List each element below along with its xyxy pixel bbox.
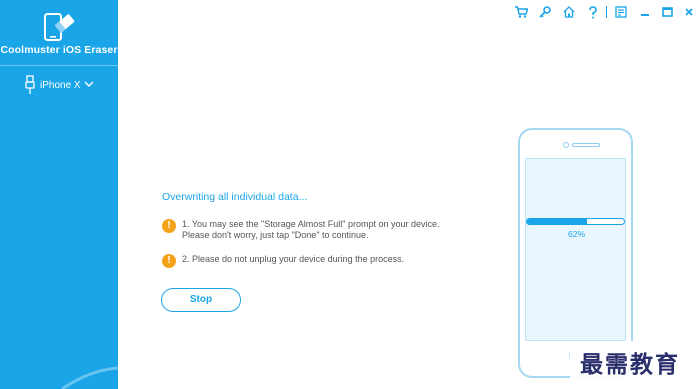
note2-text: 2. Please do not unplug your device duri… xyxy=(182,254,405,264)
note1-line1: 1. You may see the "Storage Almost Full"… xyxy=(182,219,440,229)
progress-bar-fill xyxy=(527,219,588,224)
feedback-icon[interactable] xyxy=(614,5,628,19)
app-title: Coolmuster iOS Eraser xyxy=(0,44,118,56)
toolbar-separator xyxy=(606,6,607,18)
maximize-icon[interactable] xyxy=(660,5,674,19)
chevron-down-icon xyxy=(84,81,94,87)
status-title: Overwriting all individual data... xyxy=(162,191,308,203)
sidebar: Coolmuster iOS Eraser iPhone X xyxy=(0,0,119,389)
usb-cable-icon xyxy=(25,75,35,94)
device-selector[interactable]: iPhone X xyxy=(24,74,94,96)
key-icon[interactable] xyxy=(538,5,552,19)
decorative-arc xyxy=(61,366,119,389)
note-unplug-warning: ! 2. Please do not unplug your device du… xyxy=(162,254,404,268)
phone-speaker xyxy=(572,143,600,147)
sidebar-divider xyxy=(0,65,118,66)
help-icon[interactable] xyxy=(586,5,600,19)
eraser-logo-icon xyxy=(44,13,75,41)
device-name: iPhone X xyxy=(40,79,81,91)
watermark-text: 最需教育 xyxy=(580,352,680,378)
cart-icon[interactable] xyxy=(514,5,528,19)
watermark: 最需教育 xyxy=(570,341,700,387)
warning-icon: ! xyxy=(162,254,176,268)
close-icon[interactable] xyxy=(682,5,696,19)
phone-camera xyxy=(563,142,569,148)
note1-line2: Please don't worry, just tap "Done" to c… xyxy=(182,230,369,240)
stop-button[interactable]: Stop xyxy=(161,288,241,312)
note-text: 1. You may see the "Storage Almost Full"… xyxy=(182,219,440,241)
warning-icon: ! xyxy=(162,219,176,233)
progress-bar xyxy=(526,218,625,225)
phone-screen: 62% xyxy=(525,158,626,341)
progress-percent: 62% xyxy=(567,229,585,239)
minimize-icon[interactable] xyxy=(638,5,652,19)
note-storage-warning: ! 1. You may see the "Storage Almost Ful… xyxy=(162,219,440,241)
title-bar xyxy=(510,0,700,24)
home-icon[interactable] xyxy=(562,5,576,19)
